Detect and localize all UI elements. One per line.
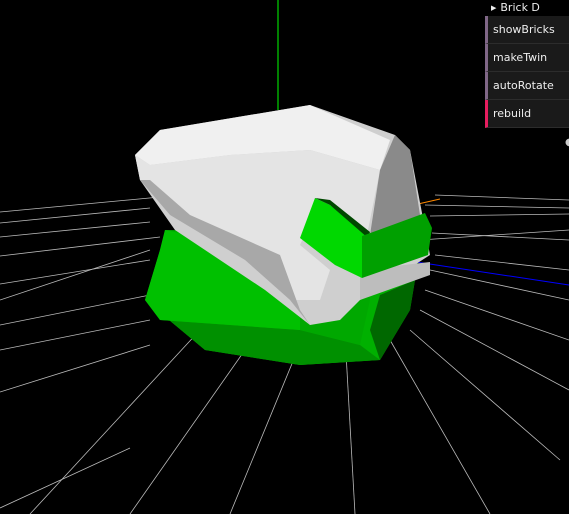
gui-close-edge: ● [565,137,569,147]
control-label: rebuild [493,107,532,120]
folder-expand-icon: ▶ [491,4,497,12]
3d-viewport[interactable] [0,0,569,514]
control-show-bricks[interactable]: showBricks [485,16,569,44]
gui-panel: ▶ Brick D showBricks makeTwin autoRotate … [485,0,569,128]
control-label: showBricks [493,23,555,36]
folder-label: Brick D [500,1,540,14]
x-axis-line [417,198,441,205]
control-label: autoRotate [493,79,554,92]
control-auto-rotate[interactable]: autoRotate [485,72,569,100]
control-make-twin[interactable]: makeTwin [485,44,569,72]
folder-brick-d[interactable]: ▶ Brick D [485,0,569,16]
rebuild-button[interactable]: rebuild [485,100,569,128]
control-label: makeTwin [493,51,548,64]
